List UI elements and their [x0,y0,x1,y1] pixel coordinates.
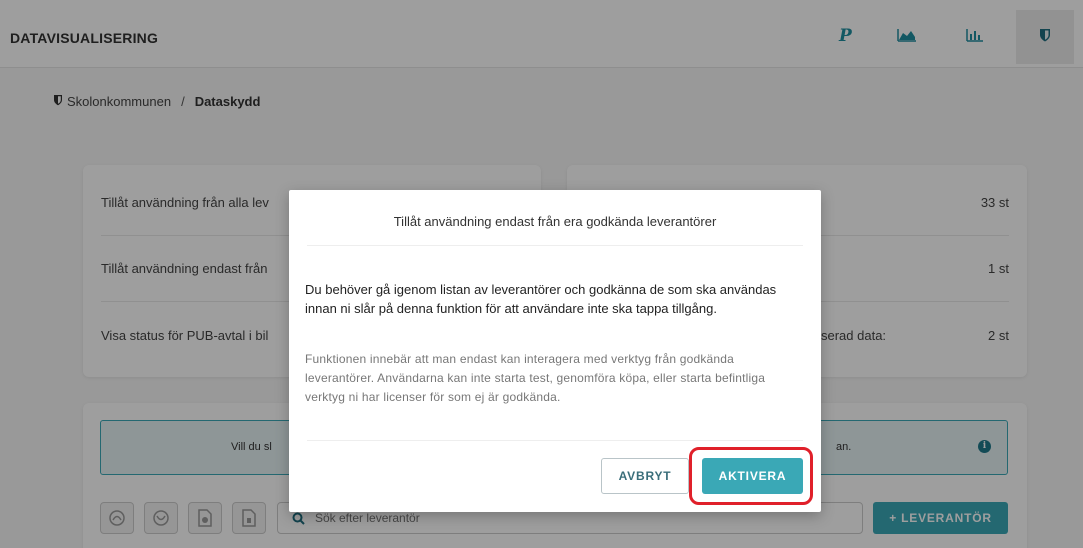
dialog-description: Funktionen innebär att man endast kan in… [305,352,766,404]
confirm-dialog: Tillåt användning endast från era godkän… [289,190,821,512]
cancel-button[interactable]: AVBRYT [601,458,689,494]
dialog-title: Tillåt användning endast från era godkän… [393,214,717,229]
activate-highlight-ring [689,447,813,505]
divider [307,440,803,441]
divider [307,245,803,246]
dialog-lead-text: Du behöver gå igenom listan av leverantö… [305,282,777,316]
